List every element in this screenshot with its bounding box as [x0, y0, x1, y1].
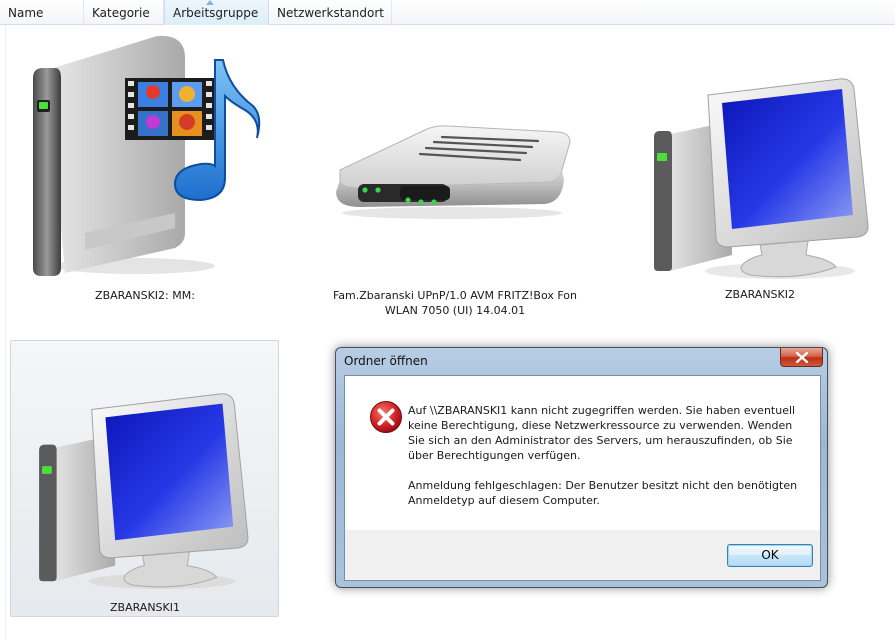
router-icon: [336, 125, 571, 219]
column-kategorie[interactable]: Kategorie: [84, 0, 164, 25]
item-label: ZBARANSKI2: MM:: [95, 289, 195, 302]
close-button[interactable]: [780, 348, 823, 367]
error-message-text: Auf \\ZBARANSKI1 kann nicht zugegriffen …: [408, 404, 796, 462]
computer-icon: [39, 393, 249, 590]
column-name[interactable]: Name: [0, 0, 84, 25]
item-label-line1: Fam.Zbaranski UPnP/1.0 AVM FRITZ!Box Fon: [332, 289, 577, 302]
error-detail-text: Anmeldung fehlgeschlagen: Der Benutzer b…: [408, 479, 798, 507]
column-arbeitsgruppe[interactable]: Arbeitsgruppe: [164, 0, 269, 25]
network-item-zbaranski1[interactable]: ZBARANSKI1: [20, 390, 265, 618]
network-item-media-server[interactable]: ZBARANSKI2: MM:: [25, 28, 265, 302]
close-icon: [795, 352, 809, 363]
dialog-body: Auf \\ZBARANSKI1 kann nicht zugegriffen …: [344, 375, 821, 581]
item-label: ZBARANSKI2: [725, 288, 795, 301]
column-header-bar: Name Kategorie Arbeitsgruppe Netzwerksta…: [0, 0, 895, 25]
item-label: ZBARANSKI1: [110, 601, 180, 614]
computer-icon: [654, 78, 869, 279]
item-label-line2: WLAN 7050 (UI) 14.04.01: [384, 304, 526, 317]
media-server-icon: [33, 35, 261, 276]
dialog-content: Auf \\ZBARANSKI1 kann nicht zugegriffen …: [345, 376, 820, 530]
error-dialog: Ordner öffnen Auf \\ZBARANSKI1 kann nich…: [335, 347, 828, 588]
network-explorer-window: Name Kategorie Arbeitsgruppe Netzwerksta…: [0, 0, 895, 640]
error-icon: [370, 401, 402, 433]
network-item-router[interactable]: Fam.Zbaranski UPnP/1.0 AVM FRITZ!Box Fon…: [330, 110, 580, 320]
network-item-zbaranski2[interactable]: ZBARANSKI2: [640, 75, 880, 310]
dialog-message: Auf \\ZBARANSKI1 kann nicht zugegriffen …: [408, 403, 808, 508]
column-netzwerkstandort[interactable]: Netzwerkstandort: [269, 0, 392, 25]
ok-button[interactable]: OK: [727, 544, 813, 567]
navigation-strip: [0, 25, 6, 640]
dialog-title: Ordner öffnen: [344, 354, 428, 368]
sort-arrow-icon: [206, 0, 214, 5]
